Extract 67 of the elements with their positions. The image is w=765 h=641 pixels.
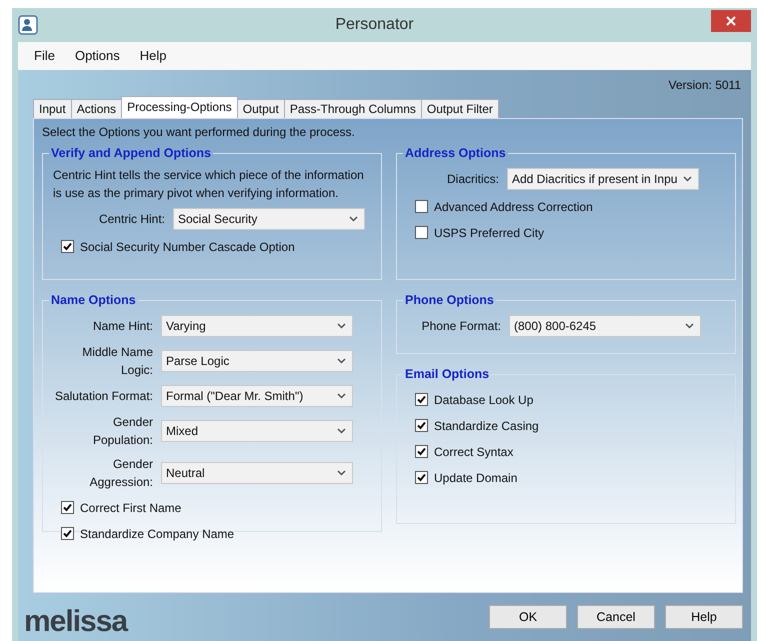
field-label: Centric Hint: bbox=[98, 210, 166, 228]
checkbox[interactable] bbox=[415, 471, 428, 484]
group-title: Verify and Append Options bbox=[50, 147, 212, 160]
dialog-button[interactable]: Help bbox=[665, 605, 743, 629]
checkbox[interactable] bbox=[61, 501, 74, 514]
checkbox-label: Update Domain bbox=[434, 470, 518, 486]
checkbox-label: Standardize Company Name bbox=[80, 526, 234, 542]
dialog-button[interactable]: Cancel bbox=[577, 605, 655, 629]
description-text: Centric Hint tells the service which piece of the information is use as the primary pivot when verifying information. bbox=[53, 166, 365, 202]
checkbox[interactable] bbox=[415, 419, 428, 432]
logo: melissa bbox=[24, 607, 129, 637]
checkbox-label: Standardize Casing bbox=[434, 418, 539, 434]
field-label: Gender Population: bbox=[92, 414, 154, 448]
checkbox[interactable] bbox=[61, 240, 74, 253]
caret-icon bbox=[337, 428, 346, 434]
field-label: Gender Aggression: bbox=[88, 456, 154, 490]
checkbox-label: Correct Syntax bbox=[434, 444, 514, 460]
version-label: Version: 5011 bbox=[668, 77, 741, 94]
close-icon bbox=[726, 16, 736, 26]
tab[interactable]: Input bbox=[33, 99, 72, 118]
field-label: Middle Name Logic: bbox=[81, 344, 154, 378]
dropdown[interactable]: Neutral bbox=[161, 462, 353, 484]
checkbox[interactable] bbox=[61, 527, 74, 540]
group-title: Name Options bbox=[50, 294, 137, 306]
dialog-button[interactable]: OK bbox=[489, 605, 567, 629]
caret-icon bbox=[685, 322, 694, 328]
group-title: Email Options bbox=[404, 368, 490, 380]
menu-item[interactable]: Options bbox=[66, 46, 128, 66]
dropdown[interactable]: Add Diacritics if present in Inpu bbox=[507, 168, 699, 190]
tab[interactable]: Actions bbox=[70, 99, 122, 118]
caret-icon bbox=[337, 322, 346, 328]
tab[interactable]: Output bbox=[236, 99, 285, 118]
checkbox-label: USPS Preferred City bbox=[434, 224, 544, 242]
checkbox[interactable] bbox=[415, 200, 428, 213]
tab[interactable]: Processing-Options bbox=[121, 96, 238, 118]
close-button[interactable] bbox=[711, 10, 751, 32]
field-label: Salutation Format: bbox=[54, 388, 154, 404]
app-icon bbox=[18, 15, 38, 35]
checkbox[interactable] bbox=[415, 445, 428, 458]
field-label: Name Hint: bbox=[92, 318, 154, 334]
menu-item[interactable]: Help bbox=[132, 46, 175, 66]
dropdown[interactable]: (800) 800-6245 bbox=[509, 314, 701, 336]
field-label: Diacritics: bbox=[446, 170, 500, 188]
checkbox-label: Database Look Up bbox=[434, 392, 534, 408]
group-title: Address Options bbox=[404, 147, 507, 160]
checkbox[interactable] bbox=[415, 393, 428, 406]
tab[interactable]: Pass-Through Columns bbox=[284, 99, 422, 118]
checkbox[interactable] bbox=[415, 226, 428, 239]
checkbox-label: Correct First Name bbox=[80, 500, 182, 516]
caret-icon bbox=[683, 176, 692, 182]
dropdown[interactable]: Mixed bbox=[161, 420, 353, 442]
dropdown[interactable]: Social Security bbox=[173, 208, 365, 230]
field-label: Phone Format: bbox=[420, 318, 502, 334]
group-title: Phone Options bbox=[404, 294, 495, 306]
dropdown[interactable]: Formal ("Dear Mr. Smith") bbox=[161, 384, 353, 406]
caret-icon bbox=[337, 470, 346, 476]
checkbox-label: Advanced Address Correction bbox=[434, 198, 593, 216]
dropdown[interactable]: Varying bbox=[161, 314, 353, 336]
caret-icon bbox=[337, 358, 346, 364]
window-title: Personator bbox=[334, 15, 415, 35]
instruction-text: Select the Options you want performed during the process. bbox=[42, 124, 356, 141]
dropdown[interactable]: Parse Logic bbox=[161, 350, 353, 372]
caret-icon bbox=[349, 216, 358, 222]
caret-icon bbox=[337, 392, 346, 398]
menu-item[interactable]: File bbox=[26, 46, 63, 66]
checkbox-label: Social Security Number Cascade Option bbox=[80, 238, 295, 256]
tab[interactable]: Output Filter bbox=[420, 99, 499, 118]
